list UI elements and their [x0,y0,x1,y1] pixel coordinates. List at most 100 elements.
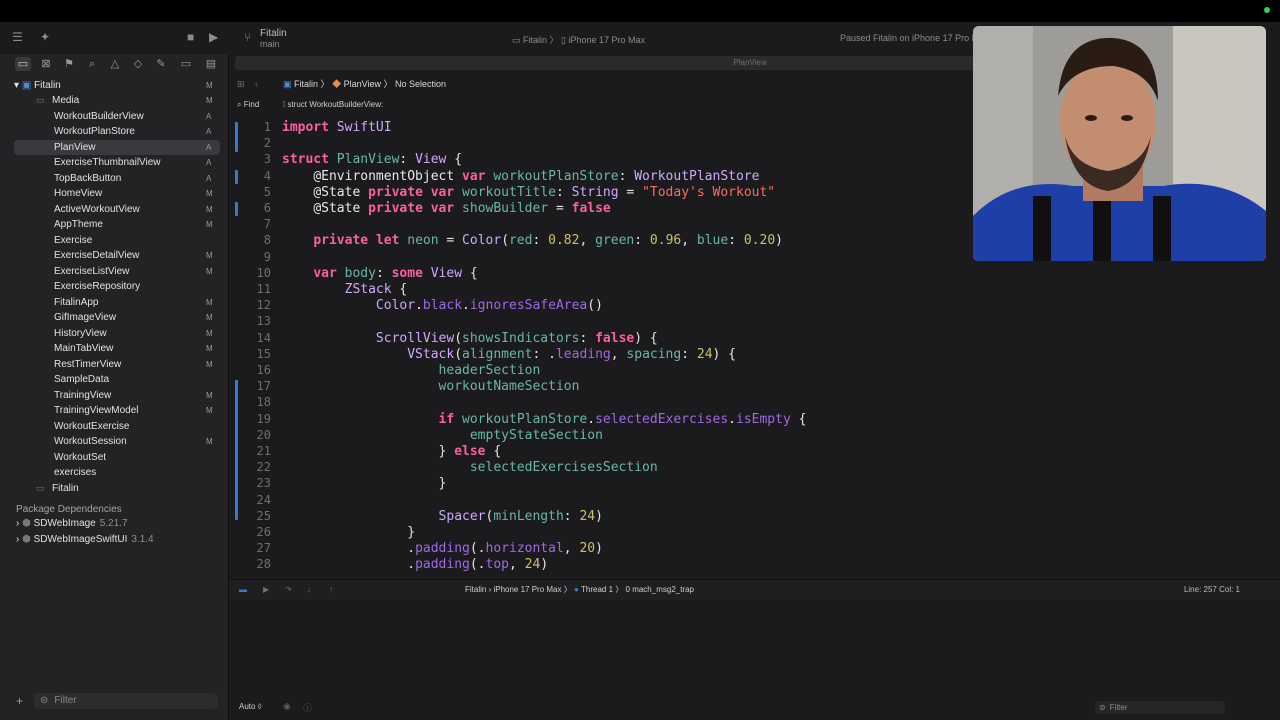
tree-item-exercisethumbnailview[interactable]: ExerciseThumbnailView A [14,155,220,170]
find-scope[interactable]: ⁞ struct WorkoutBuilderView: [283,97,383,113]
breadcrumb-symbol[interactable]: No Selection [395,79,446,89]
tree-item-fitalinapp[interactable]: FitalinApp M [14,295,220,310]
tree-item-workoutsession[interactable]: WorkoutSession M [14,434,220,449]
tree-item-workoutbuilderview[interactable]: WorkoutBuilderView A [14,109,220,124]
tree-item-gifimageview[interactable]: GifImageView M [14,310,220,325]
add-icon[interactable]: ✦ [40,30,50,44]
tree-item-label: FitalinApp [54,296,99,308]
line-number: 28 [256,557,271,572]
tree-item-workoutplanstore[interactable]: WorkoutPlanStore A [14,124,220,139]
code-line[interactable]: ZStack { [282,282,408,297]
tree-item-apptheme[interactable]: AppTheme M [14,217,220,232]
tree-item-status: M [206,390,213,400]
tree-item-workoutset[interactable]: WorkoutSet [14,450,220,465]
source-control-icon[interactable]: ⊠ [38,57,54,71]
code-line[interactable]: if workoutPlanStore.selectedExercises.is… [282,412,807,427]
code-line[interactable]: ScrollView(showsIndicators: false) { [282,331,658,346]
breakpoint-icon[interactable]: ▭ [178,57,194,71]
tree-item-activeworkoutview[interactable]: ActiveWorkoutView M [14,202,220,217]
run-icon[interactable]: ▶ [209,30,218,44]
back-icon[interactable]: ‹ [255,74,258,94]
info-icon[interactable]: ⓘ [303,701,312,714]
tree-item-label: HistoryView [54,327,107,339]
sidebar-toggle-icon[interactable]: ☰ [12,30,23,44]
tree-item-trainingview[interactable]: TrainingView M [14,388,220,403]
tree-item-trainingviewmodel[interactable]: TrainingViewModel M [14,403,220,418]
bookmark-icon[interactable]: ⚑ [61,57,77,71]
code-line[interactable]: emptyStateSection [282,428,603,443]
search-icon[interactable]: ⌕ [84,57,100,71]
code-line[interactable]: selectedExercisesSection [282,460,658,475]
code-line[interactable]: @EnvironmentObject var workoutPlanStore:… [282,169,759,184]
tree-item-exercises[interactable]: exercises [14,465,220,480]
folder-icon: ▭ [36,95,45,105]
report-icon[interactable]: ▤ [203,57,219,71]
tree-item-exerciserepository[interactable]: ExerciseRepository [14,279,220,294]
debug-toggle-icon[interactable]: ▬ [239,580,247,600]
navigator-filter[interactable]: ⊜ Filter [34,693,218,709]
line-number: 13 [256,314,271,329]
line-number: 2 [263,136,271,151]
code-line[interactable]: } [282,525,415,540]
tree-item-sampledata[interactable]: SampleData [14,372,220,387]
tree-root-label: Fitalin [34,80,61,91]
code-line[interactable]: } [282,476,447,491]
folder-icon[interactable]: ▭ [15,57,31,71]
code-line[interactable]: } else { [282,444,502,459]
code-line[interactable]: .padding(.top, 24) [282,557,548,572]
tree-item-label: ExerciseDetailView [54,250,140,261]
add-file-icon[interactable]: + [16,694,23,708]
code-line[interactable]: workoutNameSection [282,379,580,394]
step-into-icon[interactable]: ↓ [307,580,311,600]
variables-scope-select[interactable]: Auto ◊ [239,702,262,711]
debug-icon[interactable]: ✎ [153,57,169,71]
stop-icon[interactable]: ■ [187,30,194,44]
step-out-icon[interactable]: ↑ [329,580,333,600]
tree-item-label: HomeView [54,188,103,199]
package-sdwebimage[interactable]: › ⬢ SDWebImage 5.21.7 [16,518,128,529]
tree-item-fitalin[interactable]: ▭ Fitalin [36,481,228,496]
code-line[interactable]: VStack(alignment: .leading, spacing: 24)… [282,347,736,362]
tree-item-exerciselistview[interactable]: ExerciseListView M [14,264,220,279]
line-number: 25 [256,508,271,523]
tree-item-media[interactable]: ▭ Media M [36,93,228,108]
find-field[interactable]: ⌕ Find [237,97,259,113]
tree-item-exercisedetailview[interactable]: ExerciseDetailView M [14,248,220,263]
tree-item-homeview[interactable]: HomeView M [14,186,220,201]
tree-item-exercise[interactable]: Exercise [14,233,220,248]
thread-path[interactable]: Fitalin › iPhone 17 Pro Max 〉 ● Thread 1… [465,580,694,600]
console-filter[interactable]: ⊜ Filter [1095,701,1225,714]
line-number: 3 [263,152,271,167]
step-over-icon[interactable]: ↷ [285,580,292,600]
grid-icon[interactable]: ⊞ [237,74,245,94]
continue-icon[interactable]: ▶ [263,580,269,600]
breadcrumb-file[interactable]: PlanView [344,79,381,89]
tree-item-maintabview[interactable]: MainTabView M [14,341,220,356]
line-number: 17 [256,379,271,394]
tree-item-topbackbutton[interactable]: TopBackButton A [14,171,220,186]
code-line[interactable]: import SwiftUI [282,120,392,135]
code-line[interactable]: @State private var showBuilder = false [282,201,610,216]
tree-item-status: M [206,220,213,229]
code-line[interactable]: struct PlanView: View { [282,152,462,167]
code-line[interactable]: @State private var workoutTitle: String … [282,185,775,200]
code-line[interactable]: var body: some View { [282,266,477,281]
breadcrumb-project[interactable]: Fitalin [294,79,318,89]
tree-item-workoutexercise[interactable]: WorkoutExercise [14,419,220,434]
scheme-selector[interactable]: ▭ Fitalin 〉 ▯ iPhone 17 Pro Max [512,33,645,46]
tree-root[interactable]: ▾ ▣ Fitalin M [14,78,228,93]
tree-item-resttimerview[interactable]: RestTimerView M [14,357,220,372]
code-line[interactable]: Spacer(minLength: 24) [282,509,603,524]
code-line[interactable]: Color.black.ignoresSafeArea() [282,298,603,313]
line-number: 26 [256,525,271,539]
code-line[interactable]: .padding(.horizontal, 20) [282,541,603,556]
eye-icon[interactable]: ◉ [283,701,291,712]
code-line[interactable]: headerSection [282,363,541,378]
breadcrumb: ▣ Fitalin 〉 ◆ PlanView 〉 No Selection [283,79,446,89]
tree-item-planview[interactable]: PlanView A [14,139,220,155]
tree-item-historyview[interactable]: HistoryView M [14,326,220,341]
warning-icon[interactable]: △ [107,57,123,71]
code-line[interactable]: private let neon = Color(red: 0.82, gree… [282,233,783,248]
test-icon[interactable]: ◇ [130,57,146,71]
package-sdwebimageswiftui[interactable]: › ⬢ SDWebImageSwiftUI 3.1.4 [16,534,154,545]
